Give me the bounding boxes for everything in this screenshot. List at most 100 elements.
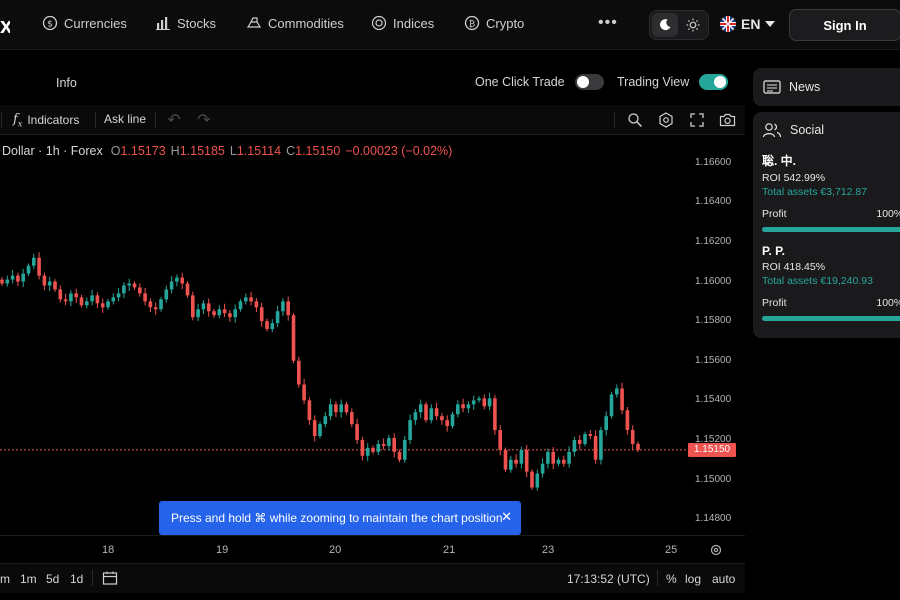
indicators-label: Indicators <box>27 113 80 128</box>
close-icon[interactable]: ✕ <box>501 509 512 525</box>
candle <box>413 412 418 421</box>
axis-settings-icon[interactable] <box>710 544 722 559</box>
range-button[interactable]: m <box>0 572 10 586</box>
settings-hexagon-icon[interactable] <box>657 111 675 129</box>
profit-label: Profit <box>762 208 787 220</box>
trading-view-switch[interactable] <box>699 74 729 90</box>
camera-icon[interactable] <box>718 111 736 129</box>
profit-row: Profit 100%/0 <box>762 297 900 309</box>
one-click-trade-control[interactable]: One Click Trade <box>475 74 604 90</box>
fullscreen-icon[interactable] <box>688 111 706 129</box>
candle <box>95 295 100 304</box>
price-chart[interactable]: Dollar · 1h · Forex O 1.15173 H 1.15185 L1… <box>0 135 745 535</box>
language-selector[interactable]: EN <box>720 16 776 32</box>
social-header[interactable]: Social <box>762 122 824 138</box>
candlestick-chart[interactable] <box>0 135 745 535</box>
candle <box>212 311 216 316</box>
candle <box>228 313 232 318</box>
range-button-1d[interactable]: 1d <box>70 572 83 586</box>
ohlc-legend: Dollar · 1h · Forex O 1.15173 H 1.15185 L1… <box>2 144 457 158</box>
candle <box>291 315 296 361</box>
candle <box>519 449 524 464</box>
news-label: News <box>789 80 821 94</box>
bar-chart-icon <box>156 17 170 30</box>
undo-icon[interactable]: ↶ <box>165 111 183 129</box>
nav-label: Currencies <box>64 15 127 31</box>
candle <box>355 424 359 440</box>
ask-line-button[interactable]: Ask line <box>104 112 146 126</box>
candle <box>302 384 306 401</box>
candle <box>514 459 518 464</box>
close-key: C <box>286 144 296 158</box>
candle <box>111 297 116 302</box>
range-button-1m[interactable]: 1m <box>20 572 37 586</box>
candle <box>116 293 121 298</box>
range-button-5d[interactable]: 5d <box>46 572 59 586</box>
nav-label: Indices <box>393 15 435 31</box>
price-tick-label: 1.15800 <box>695 315 732 327</box>
trader-card[interactable]: 聡. 中. ROI 542.99% Total assets €3,712.87… <box>762 152 900 232</box>
svg-text:$: $ <box>47 20 53 30</box>
candle <box>100 303 105 308</box>
high-key: H <box>170 144 180 158</box>
time-axis[interactable]: 18 19 20 21 23 25 <box>0 535 745 563</box>
candle <box>26 265 31 274</box>
candle <box>424 404 428 421</box>
percent-scale-button[interactable]: % <box>666 572 677 586</box>
candle <box>572 439 577 452</box>
auto-scale-button[interactable]: auto <box>712 572 735 586</box>
candle <box>106 301 110 308</box>
change-value: −0.00023 (−0.02%) <box>345 144 453 158</box>
redo-icon[interactable]: ↷ <box>195 111 213 129</box>
profit-bar <box>762 227 900 232</box>
candle <box>466 404 471 409</box>
date-range-calendar-icon[interactable] <box>102 570 118 589</box>
theme-toggle[interactable] <box>649 10 709 40</box>
candle <box>456 404 460 415</box>
candle <box>196 309 200 318</box>
news-card[interactable]: News <box>753 68 900 106</box>
sign-in-button[interactable]: Sign In <box>789 9 900 41</box>
candle <box>583 434 587 444</box>
one-click-trade-switch[interactable] <box>574 74 604 90</box>
candle <box>408 420 412 440</box>
trader-card[interactable]: P. P. ROI 418.45% Total assets €19,240.9… <box>762 244 900 321</box>
candle <box>477 398 481 401</box>
price-tick-label: 1.16200 <box>695 235 732 247</box>
candle <box>159 299 163 310</box>
last-price-tag: 1.15150 <box>688 442 736 457</box>
log-scale-button[interactable]: log <box>685 572 701 586</box>
nav-indices[interactable]: Indices <box>371 15 434 31</box>
brand-logo[interactable]: x <box>0 13 10 39</box>
time-tick-label: 18 <box>102 544 115 556</box>
candle <box>461 404 465 409</box>
trading-view-control[interactable]: Trading View <box>617 74 729 90</box>
utc-clock[interactable]: 17:13:52 (UTC) <box>567 572 650 586</box>
candle <box>392 437 396 452</box>
candle <box>440 416 444 421</box>
candle <box>122 285 126 294</box>
candle <box>530 471 534 488</box>
moon-icon[interactable] <box>652 13 678 37</box>
open-key: O <box>110 144 121 158</box>
candle <box>217 309 222 316</box>
indicators-button[interactable]: fx Indicators <box>13 112 79 129</box>
zoom-search-icon[interactable] <box>626 111 644 129</box>
nav-currencies[interactable]: $ Currencies <box>42 15 127 31</box>
candle <box>138 287 142 294</box>
candle <box>254 301 259 308</box>
more-menu-icon[interactable]: ••• <box>598 14 618 32</box>
time-tick-label: 20 <box>329 544 342 556</box>
profit-row: Profit 100%/0 <box>762 208 900 220</box>
chevron-down-icon <box>765 21 776 27</box>
nav-crypto[interactable]: ₿ Crypto <box>464 15 524 31</box>
candle <box>265 321 269 330</box>
nav-stocks[interactable]: Stocks <box>155 15 216 31</box>
price-tick-label: 1.14800 <box>695 513 732 525</box>
sun-icon[interactable] <box>681 13 707 37</box>
svg-text:₿: ₿ <box>469 19 475 30</box>
nav-commodities[interactable]: Commodities <box>246 15 344 31</box>
info-tab[interactable]: Info <box>56 76 77 90</box>
candle <box>153 307 158 310</box>
candle <box>63 299 68 302</box>
